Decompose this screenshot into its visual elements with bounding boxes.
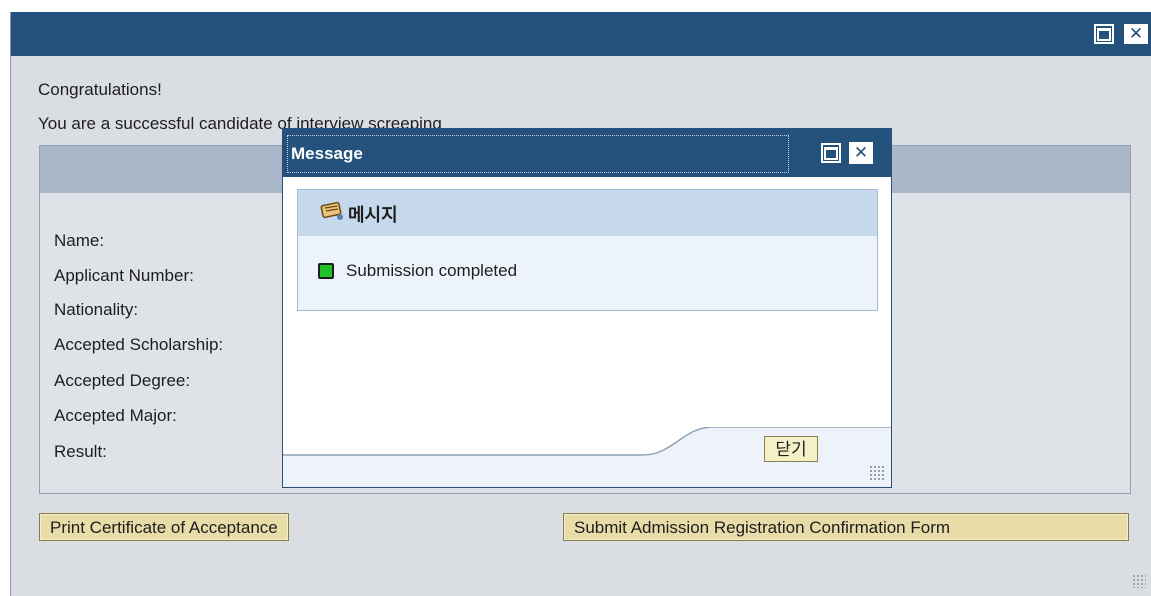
print-certificate-button[interactable]: Print Certificate of Acceptance [39,513,289,541]
applicant-number-label: Applicant Number: [54,266,194,285]
dialog-title: Message [291,144,363,163]
close-icon[interactable]: ✕ [1124,24,1148,44]
resize-grip-icon[interactable] [1132,574,1146,588]
congrats-text: Congratulations! [38,80,162,99]
dialog-close-button[interactable]: 닫기 [764,436,818,462]
name-label: Name: [54,231,105,250]
window-titlebar: ✕ [11,12,1151,56]
message-box: 메시지 Submission completed [297,189,878,311]
message-text: Submission completed [346,261,518,280]
success-status-icon [318,263,334,279]
message-dialog: Message ✕ 메시지 Submission completed 닫기 [282,128,892,488]
message-icon [320,200,344,228]
maximize-icon[interactable] [1094,24,1114,44]
nationality-label: Nationality: [54,300,139,319]
message-header: 메시지 [298,190,877,236]
accepted-scholarship-label: Accepted Scholarship: [54,335,224,354]
submit-confirmation-form-button[interactable]: Submit Admission Registration Confirmati… [563,513,1129,541]
accepted-degree-label: Accepted Degree: [54,371,191,390]
dialog-maximize-icon[interactable] [821,143,841,163]
dialog-titlebar[interactable]: Message ✕ [283,129,891,177]
result-label: Result: [54,442,107,461]
dialog-resize-grip-icon[interactable] [869,465,885,481]
dialog-close-icon[interactable]: ✕ [849,142,873,164]
message-header-label: 메시지 [348,205,398,225]
accepted-major-label: Accepted Major: [54,406,177,425]
